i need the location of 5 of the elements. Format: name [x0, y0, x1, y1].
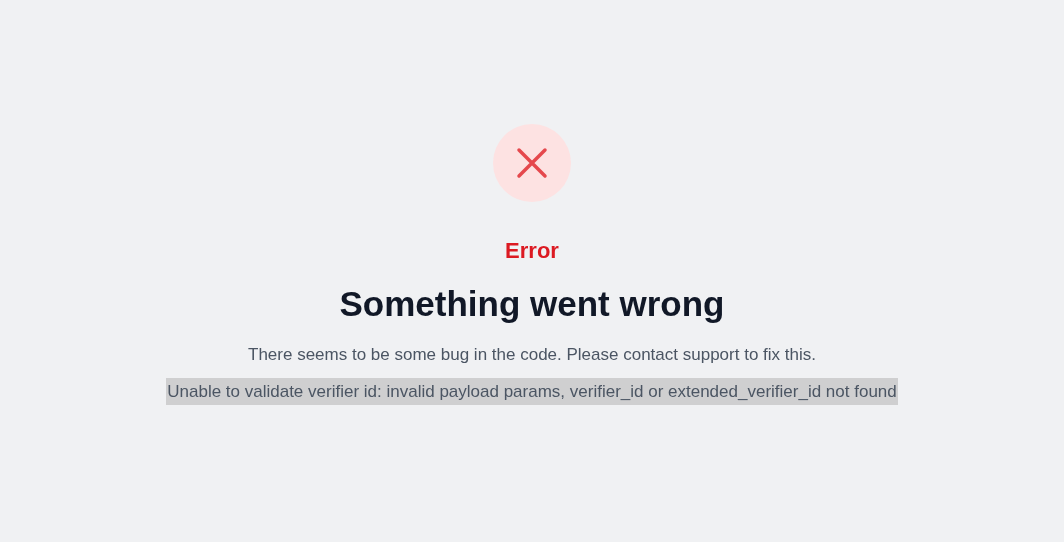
error-title: Something went wrong [339, 284, 725, 324]
error-message: There seems to be some bug in the code. Please contact support to fix this. [248, 344, 816, 366]
error-detail: Unable to validate verifier id: invalid payload params, verifier_id or extended_verifier_id not found [166, 378, 898, 405]
close-icon [516, 147, 548, 179]
error-label: Error [505, 238, 559, 264]
